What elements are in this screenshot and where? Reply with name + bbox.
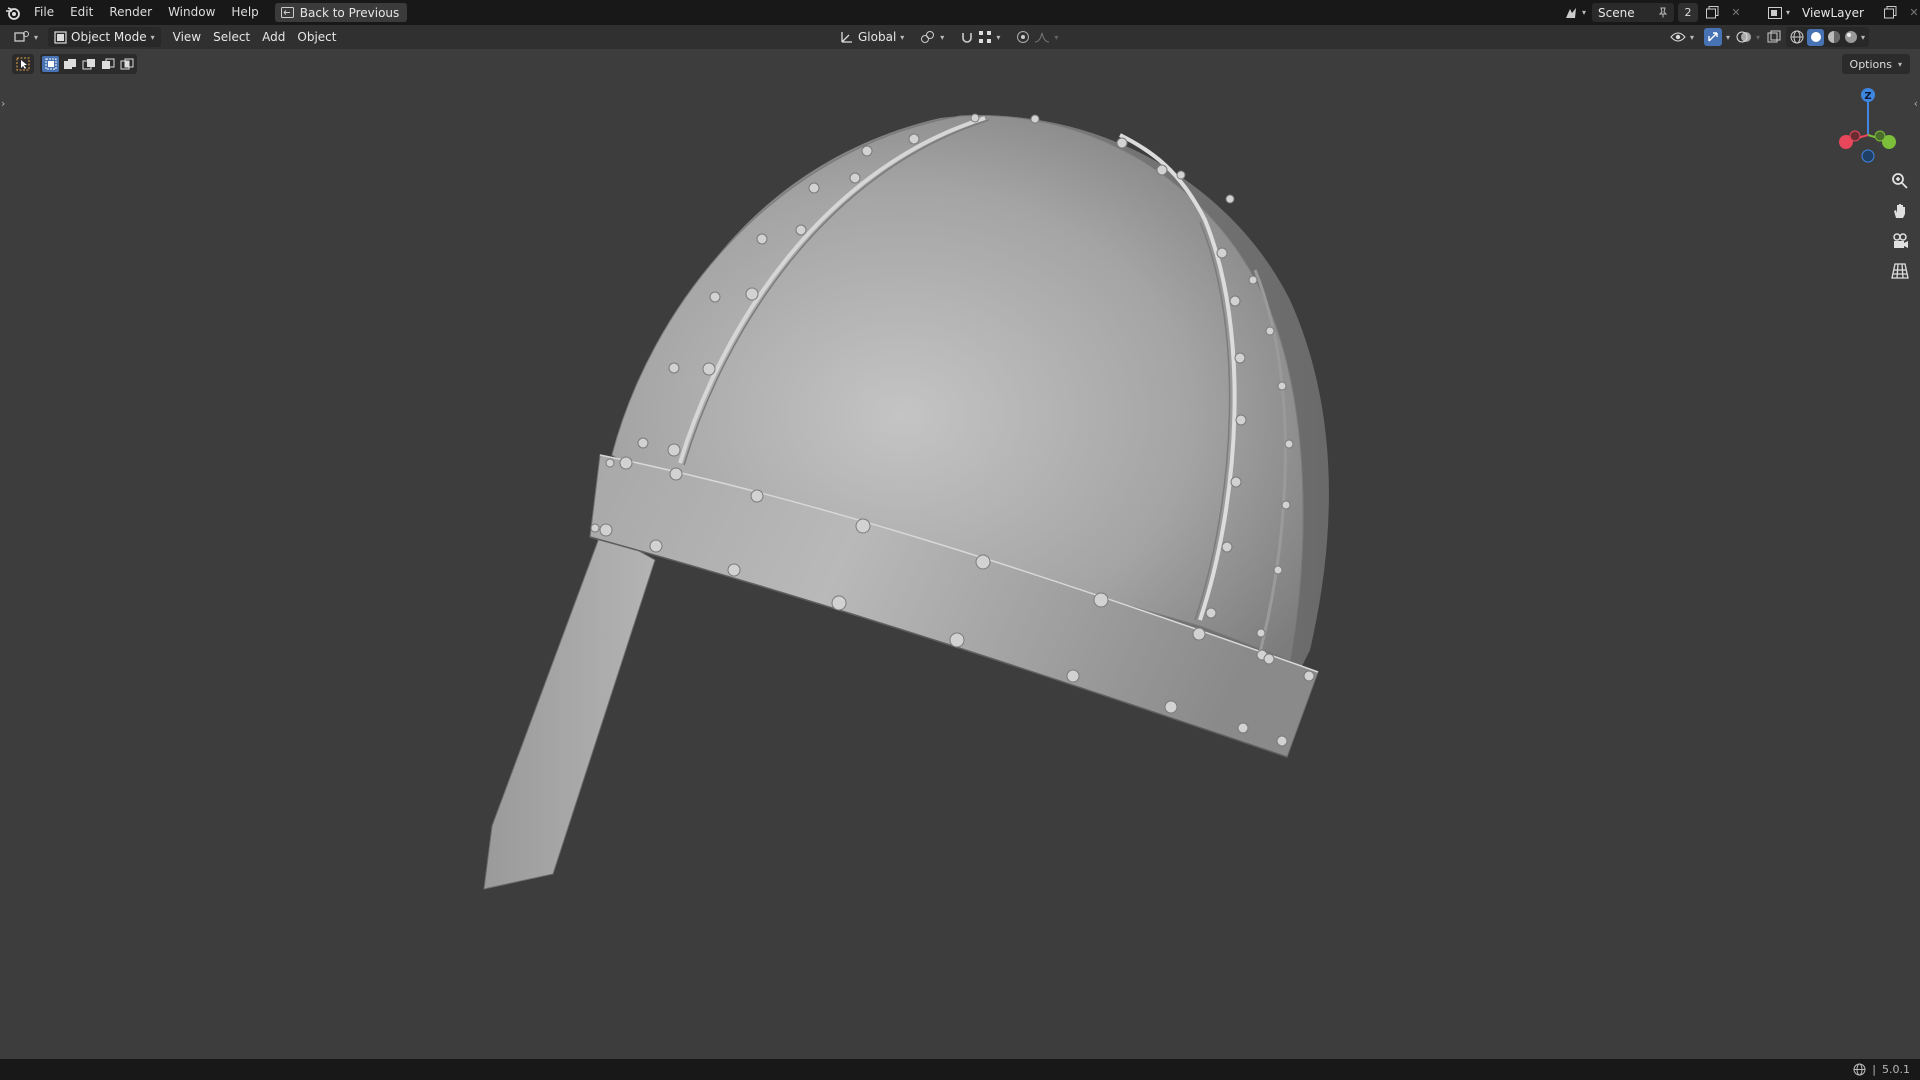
gizmo-z-label: Z (1864, 91, 1871, 102)
status-bar: | 5.0.1 (0, 1059, 1920, 1080)
select-extend-icon[interactable] (61, 56, 78, 72)
orientation-dropdown[interactable]: Global ▾ (834, 27, 910, 47)
back-screen-icon (280, 7, 294, 18)
pin-icon (1658, 7, 1668, 18)
menu-object[interactable]: Object (291, 27, 342, 47)
scene-name-field[interactable]: Scene (1592, 3, 1675, 22)
overlay-icon (1736, 31, 1752, 43)
helmet-model[interactable] (0, 49, 1920, 1059)
gizmo-neg-z-axis (1861, 149, 1875, 163)
pivot-icon (921, 31, 935, 43)
viewport-display-controls: ▾ ▾ ▾ ▾ (1664, 27, 1870, 47)
snap-controls[interactable]: ▾ (954, 27, 1006, 47)
delete-scene-icon[interactable]: ✕ (1726, 3, 1746, 22)
gizmo-neg-y-axis (1874, 130, 1886, 142)
scene-type-dropdown[interactable]: ▾ (1562, 3, 1588, 23)
view-layer-icon (1768, 6, 1782, 19)
select-intersect-icon[interactable] (118, 56, 135, 72)
editor-type-icon (14, 31, 29, 42)
tool-settings-row (12, 54, 137, 74)
cursor-select-icon (16, 57, 30, 71)
select-tool-button[interactable] (12, 54, 34, 74)
version-label: 5.0.1 (1882, 1063, 1910, 1076)
editor-type-dropdown[interactable]: ▾ (8, 27, 44, 47)
camera-icon[interactable] (1888, 229, 1912, 253)
selection-mode-group (40, 54, 137, 74)
solid-shading-icon[interactable] (1807, 28, 1825, 46)
visibility-dropdown[interactable]: ▾ (1664, 27, 1700, 47)
viewport-header: ▾ Object Mode ▾ View Select Add Object G… (0, 25, 1920, 49)
material-shading-icon[interactable] (1827, 30, 1841, 44)
chevron-down-icon: ▾ (1897, 59, 1902, 69)
proportional-edit-controls[interactable]: ▾ (1010, 27, 1064, 47)
view-layer-name-field[interactable]: ViewLayer (1796, 3, 1876, 22)
orientation-icon (841, 32, 852, 43)
back-to-previous-button[interactable]: Back to Previous (274, 3, 408, 22)
zoom-icon[interactable] (1888, 169, 1912, 193)
object-mode-label: Object Mode (71, 30, 147, 44)
falloff-icon (1035, 32, 1050, 43)
scene-icon (1566, 7, 1576, 18)
snap-target-icon (979, 31, 992, 43)
overlay-toggle[interactable]: ▾ (1734, 27, 1762, 47)
hand-pan-icon[interactable] (1888, 199, 1912, 223)
scene-users-label: 2 (1684, 6, 1692, 19)
top-menu-bar: File Edit Render Window Help Back to Pre… (0, 0, 1920, 25)
gizmo-icon (1704, 28, 1723, 46)
options-label: Options (1849, 57, 1892, 71)
options-dropdown[interactable]: Options ▾ (1841, 54, 1910, 74)
view-layer-type-dropdown[interactable]: ▾ (1766, 3, 1792, 23)
scene-users-count[interactable]: 2 (1678, 3, 1699, 22)
xray-toggle[interactable] (1764, 27, 1784, 47)
view-layer-selector: ▾ ViewLayer ✕ (1766, 0, 1920, 25)
grid-perspective-icon[interactable] (1888, 259, 1912, 283)
new-scene-icon[interactable] (1702, 3, 1722, 22)
orientation-label: Global (858, 30, 897, 44)
menu-select[interactable]: Select (207, 27, 256, 47)
shading-modes: ▾ (1786, 27, 1870, 47)
menu-view[interactable]: View (167, 27, 207, 47)
snap-icon (962, 33, 973, 43)
scene-name: Scene (1598, 5, 1635, 20)
xray-icon (1767, 30, 1781, 43)
proportional-icon (1017, 31, 1030, 43)
transform-tools: Global ▾ ▾ ▾ ▾ (834, 27, 1064, 47)
gizmo-neg-x-axis (1849, 130, 1861, 142)
navigation-gizmo[interactable]: Z (1826, 83, 1898, 163)
menu-file[interactable]: File (26, 0, 62, 25)
menu-window[interactable]: Window (160, 0, 223, 25)
new-view-layer-icon[interactable] (1880, 3, 1900, 22)
back-to-previous-label: Back to Previous (299, 5, 400, 20)
delete-view-layer-icon[interactable]: ✕ (1904, 3, 1920, 22)
rendered-shading-icon[interactable] (1844, 30, 1858, 44)
object-mode-icon (54, 30, 67, 44)
visibility-icon (1670, 32, 1686, 42)
menu-render[interactable]: Render (101, 0, 160, 25)
scene-selector: ▾ Scene 2 ✕ (1562, 0, 1746, 25)
left-panel-toggle-icon[interactable]: › (1, 97, 5, 110)
blender-logo-icon[interactable] (0, 0, 26, 25)
view-layer-name: ViewLayer (1802, 5, 1864, 20)
select-subtract-icon[interactable] (80, 56, 97, 72)
wireframe-shading-icon[interactable] (1790, 30, 1804, 44)
menu-edit[interactable]: Edit (62, 0, 101, 25)
select-new-icon[interactable] (42, 56, 59, 72)
nose-guard (483, 529, 656, 890)
3d-viewport[interactable]: › ‹ Z (0, 49, 1920, 1059)
globe-icon (1853, 1063, 1866, 1076)
status-separator: | (1872, 1063, 1876, 1076)
gizmo-toggle[interactable]: ▾ (1702, 27, 1732, 47)
select-invert-icon[interactable] (99, 56, 116, 72)
right-panel-toggle-icon[interactable]: ‹ (1914, 97, 1918, 110)
menu-add[interactable]: Add (256, 27, 291, 47)
object-mode-dropdown[interactable]: Object Mode ▾ (48, 27, 161, 47)
pivot-dropdown[interactable]: ▾ (914, 27, 950, 47)
menu-help[interactable]: Help (223, 0, 266, 25)
